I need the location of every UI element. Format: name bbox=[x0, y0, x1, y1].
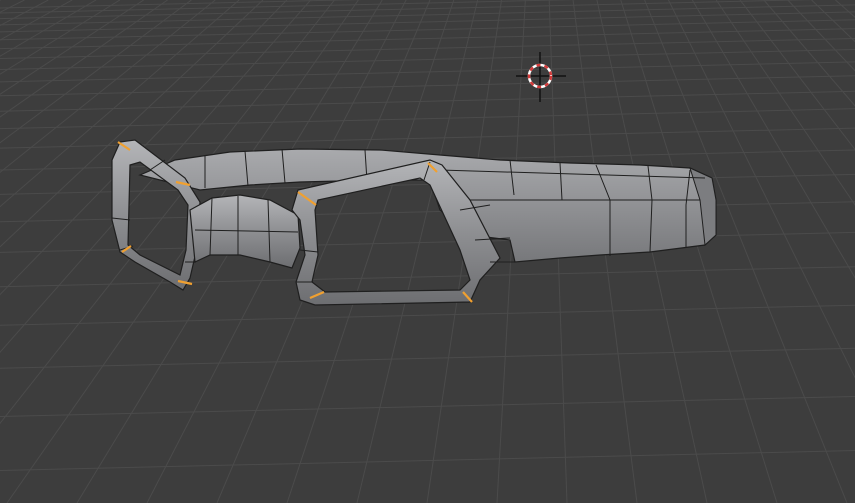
glasses-mesh[interactable] bbox=[0, 0, 855, 503]
3d-cursor-icon[interactable] bbox=[516, 52, 566, 102]
3d-viewport[interactable] bbox=[0, 0, 855, 503]
bridge[interactable] bbox=[189, 194, 301, 269]
